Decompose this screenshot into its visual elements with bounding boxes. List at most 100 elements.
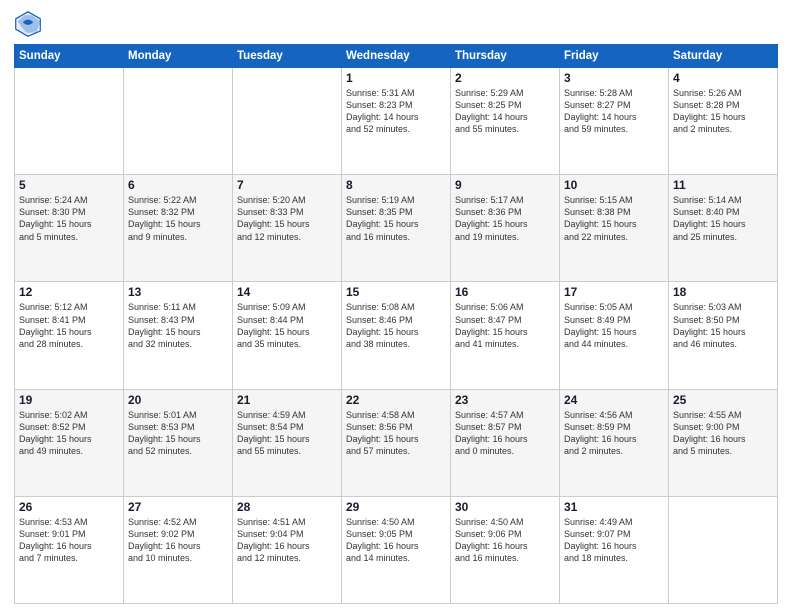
day-info: Sunrise: 5:22 AMSunset: 8:32 PMDaylight:… bbox=[128, 194, 228, 243]
weekday-header-wednesday: Wednesday bbox=[342, 45, 451, 68]
calendar-table: SundayMondayTuesdayWednesdayThursdayFrid… bbox=[14, 44, 778, 604]
day-cell: 30 Sunrise: 4:50 AMSunset: 9:06 PMDayligh… bbox=[451, 496, 560, 603]
day-cell: 9Sunrise: 5:17 AMSunset: 8:36 PMDaylight… bbox=[451, 175, 560, 282]
day-cell: 4 Sunrise: 5:26 AMSunset: 8:28 PMDaylight… bbox=[669, 68, 778, 175]
day-number: 18 bbox=[673, 285, 773, 299]
day-cell: 7Sunrise: 5:20 AMSunset: 8:33 PMDaylight… bbox=[233, 175, 342, 282]
day-info: Sunrise: 5:28 AMSunset: 8:27 PMDaylight:… bbox=[564, 87, 664, 136]
week-row-2: 5 Sunrise: 5:24 AMSunset: 8:30 PMDaylight… bbox=[15, 175, 778, 282]
day-cell: 10 Sunrise: 5:15 AMSunset: 8:38 PMDayligh… bbox=[560, 175, 669, 282]
day-cell: 24Sunrise: 4:56 AMSunset: 8:59 PMDayligh… bbox=[560, 389, 669, 496]
day-number: 6 bbox=[128, 178, 228, 192]
day-info: Sunrise: 5:02 AMSunset: 8:52 PMDaylight:… bbox=[19, 409, 119, 458]
day-info: Sunrise: 4:59 AMSunset: 8:54 PMDaylight:… bbox=[237, 409, 337, 458]
day-number: 15 bbox=[346, 285, 446, 299]
day-number: 22 bbox=[346, 393, 446, 407]
day-cell bbox=[233, 68, 342, 175]
day-info: Sunrise: 5:08 AMSunset: 8:46 PMDaylight:… bbox=[346, 301, 446, 350]
header bbox=[14, 10, 778, 38]
day-cell bbox=[669, 496, 778, 603]
day-number: 28 bbox=[237, 500, 337, 514]
day-cell: 21Sunrise: 4:59 AMSunset: 8:54 PMDayligh… bbox=[233, 389, 342, 496]
weekday-header-monday: Monday bbox=[124, 45, 233, 68]
day-info: Sunrise: 5:01 AMSunset: 8:53 PMDaylight:… bbox=[128, 409, 228, 458]
day-number: 24 bbox=[564, 393, 664, 407]
day-cell: 2 Sunrise: 5:29 AMSunset: 8:25 PMDaylight… bbox=[451, 68, 560, 175]
logo bbox=[14, 10, 46, 38]
day-info: Sunrise: 5:11 AMSunset: 8:43 PMDaylight:… bbox=[128, 301, 228, 350]
weekday-header-row: SundayMondayTuesdayWednesdayThursdayFrid… bbox=[15, 45, 778, 68]
day-cell: 22 Sunrise: 4:58 AMSunset: 8:56 PMDayligh… bbox=[342, 389, 451, 496]
weekday-header-sunday: Sunday bbox=[15, 45, 124, 68]
day-info: Sunrise: 5:24 AMSunset: 8:30 PMDaylight:… bbox=[19, 194, 119, 243]
day-number: 31 bbox=[564, 500, 664, 514]
day-info: Sunrise: 5:29 AMSunset: 8:25 PMDaylight:… bbox=[455, 87, 555, 136]
weekday-header-thursday: Thursday bbox=[451, 45, 560, 68]
day-cell bbox=[124, 68, 233, 175]
day-cell: 3 Sunrise: 5:28 AMSunset: 8:27 PMDaylight… bbox=[560, 68, 669, 175]
day-info: Sunrise: 5:06 AMSunset: 8:47 PMDaylight:… bbox=[455, 301, 555, 350]
day-number: 12 bbox=[19, 285, 119, 299]
day-cell: 16Sunrise: 5:06 AMSunset: 8:47 PMDayligh… bbox=[451, 282, 560, 389]
day-number: 29 bbox=[346, 500, 446, 514]
day-number: 25 bbox=[673, 393, 773, 407]
day-number: 11 bbox=[673, 178, 773, 192]
day-info: Sunrise: 5:14 AMSunset: 8:40 PMDaylight:… bbox=[673, 194, 773, 243]
day-cell: 20 Sunrise: 5:01 AMSunset: 8:53 PMDayligh… bbox=[124, 389, 233, 496]
day-cell: 13 Sunrise: 5:11 AMSunset: 8:43 PMDayligh… bbox=[124, 282, 233, 389]
day-info: Sunrise: 5:12 AMSunset: 8:41 PMDaylight:… bbox=[19, 301, 119, 350]
day-info: Sunrise: 4:50 AMSunset: 9:06 PMDaylight:… bbox=[455, 516, 555, 565]
day-info: Sunrise: 4:52 AMSunset: 9:02 PMDaylight:… bbox=[128, 516, 228, 565]
day-info: Sunrise: 4:50 AMSunset: 9:05 PMDaylight:… bbox=[346, 516, 446, 565]
day-cell: 19 Sunrise: 5:02 AMSunset: 8:52 PMDayligh… bbox=[15, 389, 124, 496]
day-number: 26 bbox=[19, 500, 119, 514]
day-cell: 12 Sunrise: 5:12 AMSunset: 8:41 PMDayligh… bbox=[15, 282, 124, 389]
day-info: Sunrise: 4:49 AMSunset: 9:07 PMDaylight:… bbox=[564, 516, 664, 565]
day-number: 2 bbox=[455, 71, 555, 85]
day-number: 10 bbox=[564, 178, 664, 192]
day-number: 27 bbox=[128, 500, 228, 514]
day-number: 5 bbox=[19, 178, 119, 192]
day-number: 1 bbox=[346, 71, 446, 85]
weekday-header-saturday: Saturday bbox=[669, 45, 778, 68]
logo-icon bbox=[14, 10, 42, 38]
day-number: 4 bbox=[673, 71, 773, 85]
day-cell: 18 Sunrise: 5:03 AMSunset: 8:50 PMDayligh… bbox=[669, 282, 778, 389]
day-number: 17 bbox=[564, 285, 664, 299]
day-info: Sunrise: 5:15 AMSunset: 8:38 PMDaylight:… bbox=[564, 194, 664, 243]
week-row-4: 19 Sunrise: 5:02 AMSunset: 8:52 PMDayligh… bbox=[15, 389, 778, 496]
day-cell: 6 Sunrise: 5:22 AMSunset: 8:32 PMDaylight… bbox=[124, 175, 233, 282]
day-cell: 11 Sunrise: 5:14 AMSunset: 8:40 PMDayligh… bbox=[669, 175, 778, 282]
day-cell: 31 Sunrise: 4:49 AMSunset: 9:07 PMDayligh… bbox=[560, 496, 669, 603]
day-number: 30 bbox=[455, 500, 555, 514]
day-cell: 27 Sunrise: 4:52 AMSunset: 9:02 PMDayligh… bbox=[124, 496, 233, 603]
day-cell: 1Sunrise: 5:31 AMSunset: 8:23 PMDaylight… bbox=[342, 68, 451, 175]
day-cell: 26Sunrise: 4:53 AMSunset: 9:01 PMDayligh… bbox=[15, 496, 124, 603]
page: SundayMondayTuesdayWednesdayThursdayFrid… bbox=[0, 0, 792, 612]
day-number: 8 bbox=[346, 178, 446, 192]
day-number: 13 bbox=[128, 285, 228, 299]
week-row-1: 1Sunrise: 5:31 AMSunset: 8:23 PMDaylight… bbox=[15, 68, 778, 175]
day-number: 19 bbox=[19, 393, 119, 407]
day-info: Sunrise: 5:09 AMSunset: 8:44 PMDaylight:… bbox=[237, 301, 337, 350]
day-cell: 14 Sunrise: 5:09 AMSunset: 8:44 PMDayligh… bbox=[233, 282, 342, 389]
day-cell: 8 Sunrise: 5:19 AMSunset: 8:35 PMDaylight… bbox=[342, 175, 451, 282]
day-info: Sunrise: 5:03 AMSunset: 8:50 PMDaylight:… bbox=[673, 301, 773, 350]
weekday-header-friday: Friday bbox=[560, 45, 669, 68]
week-row-3: 12 Sunrise: 5:12 AMSunset: 8:41 PMDayligh… bbox=[15, 282, 778, 389]
day-info: Sunrise: 5:20 AMSunset: 8:33 PMDaylight:… bbox=[237, 194, 337, 243]
day-info: Sunrise: 4:58 AMSunset: 8:56 PMDaylight:… bbox=[346, 409, 446, 458]
day-number: 20 bbox=[128, 393, 228, 407]
day-info: Sunrise: 5:19 AMSunset: 8:35 PMDaylight:… bbox=[346, 194, 446, 243]
day-cell: 28 Sunrise: 4:51 AMSunset: 9:04 PMDayligh… bbox=[233, 496, 342, 603]
week-row-5: 26Sunrise: 4:53 AMSunset: 9:01 PMDayligh… bbox=[15, 496, 778, 603]
day-cell: 29 Sunrise: 4:50 AMSunset: 9:05 PMDayligh… bbox=[342, 496, 451, 603]
day-number: 14 bbox=[237, 285, 337, 299]
weekday-header-tuesday: Tuesday bbox=[233, 45, 342, 68]
day-info: Sunrise: 5:26 AMSunset: 8:28 PMDaylight:… bbox=[673, 87, 773, 136]
day-info: Sunrise: 4:57 AMSunset: 8:57 PMDaylight:… bbox=[455, 409, 555, 458]
day-info: Sunrise: 4:51 AMSunset: 9:04 PMDaylight:… bbox=[237, 516, 337, 565]
day-number: 9 bbox=[455, 178, 555, 192]
day-cell: 25Sunrise: 4:55 AMSunset: 9:00 PMDayligh… bbox=[669, 389, 778, 496]
day-number: 3 bbox=[564, 71, 664, 85]
